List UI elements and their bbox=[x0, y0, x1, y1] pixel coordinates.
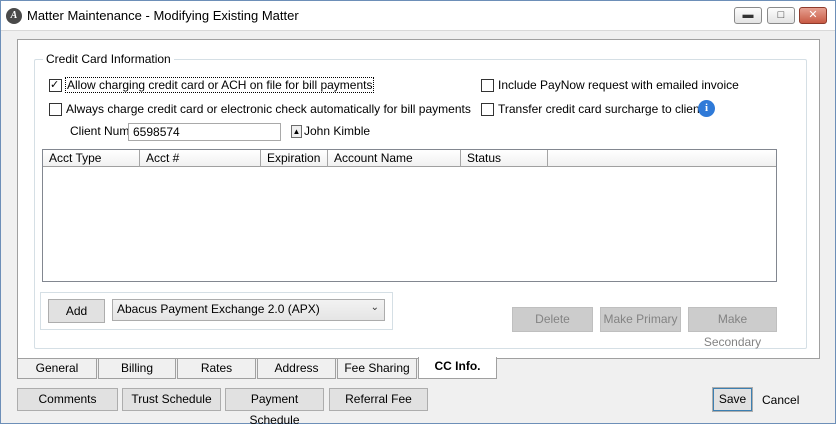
allow-charging-checkbox[interactable] bbox=[49, 78, 62, 92]
include-paynow-label: Include PayNow request with emailed invo… bbox=[498, 78, 739, 92]
referral-fee-button[interactable]: Referral Fee bbox=[329, 388, 428, 411]
payment-schedule-button[interactable]: Payment Schedule bbox=[225, 388, 324, 427]
tab-address[interactable]: Address bbox=[257, 359, 336, 379]
column-status[interactable]: Status bbox=[461, 150, 548, 167]
cancel-button[interactable]: Cancel bbox=[762, 393, 799, 407]
tab-general-label: General bbox=[35, 361, 79, 375]
always-charge-option[interactable]: Always charge credit card or electronic … bbox=[49, 101, 471, 117]
client-number-input[interactable]: 6598574 bbox=[128, 123, 281, 141]
close-icon: ✕ bbox=[808, 9, 818, 21]
tab-fee-sharing-label: Fee Sharing bbox=[344, 361, 410, 375]
title-bar: A Matter Maintenance - Modifying Existin… bbox=[1, 1, 835, 31]
trust-schedule-button[interactable]: Trust Schedule bbox=[122, 388, 221, 411]
column-acct-number[interactable]: Acct # bbox=[140, 150, 261, 167]
make-secondary-button[interactable]: Make Secondary bbox=[688, 307, 777, 349]
include-paynow-option[interactable]: Include PayNow request with emailed invo… bbox=[481, 77, 739, 93]
maximize-icon: □ bbox=[777, 9, 785, 21]
column-expiration[interactable]: Expiration bbox=[261, 150, 328, 167]
credit-card-group-label: Credit Card Information bbox=[43, 52, 174, 66]
tab-fee-sharing[interactable]: Fee Sharing bbox=[337, 359, 417, 379]
window-title: Matter Maintenance - Modifying Existing … bbox=[27, 8, 299, 23]
column-account-name[interactable]: Account Name bbox=[328, 150, 461, 167]
app-logo-icon: A bbox=[6, 8, 22, 24]
tab-address-label: Address bbox=[274, 361, 319, 375]
column-acct-type[interactable]: Acct Type bbox=[43, 150, 140, 167]
allow-charging-label: Allow charging credit card or ACH on fil… bbox=[64, 77, 375, 93]
tab-rates-label: Rates bbox=[200, 361, 233, 375]
tab-cc-info-label: CC Info. bbox=[434, 359, 481, 373]
client-lookup-button[interactable]: ▲ bbox=[291, 125, 302, 138]
info-icon[interactable]: i bbox=[698, 100, 715, 117]
maximize-button[interactable]: □ bbox=[767, 7, 795, 24]
chevron-down-icon: ⌄ bbox=[370, 302, 379, 313]
payment-processor-select[interactable]: Abacus Payment Exchange 2.0 (APX) ⌄ bbox=[112, 299, 385, 321]
transfer-surcharge-option[interactable]: Transfer credit card surcharge to client bbox=[481, 101, 703, 117]
minimize-icon: ▬ bbox=[742, 9, 754, 21]
tab-general[interactable]: General bbox=[17, 359, 97, 379]
matter-maintenance-window: A Matter Maintenance - Modifying Existin… bbox=[0, 0, 836, 427]
tab-rates[interactable]: Rates bbox=[177, 359, 256, 379]
lookup-icon: ▲ bbox=[292, 127, 301, 136]
add-button[interactable]: Add bbox=[48, 299, 105, 323]
accounts-grid[interactable]: Acct Type Acct # Expiration Account Name… bbox=[42, 149, 777, 282]
delete-button[interactable]: Delete bbox=[512, 307, 593, 332]
include-paynow-checkbox[interactable] bbox=[481, 78, 494, 92]
client-name: John Kimble bbox=[304, 124, 371, 138]
payment-processor-value: Abacus Payment Exchange 2.0 (APX) bbox=[117, 302, 320, 316]
tab-cc-info[interactable]: CC Info. bbox=[418, 357, 497, 379]
allow-charging-option[interactable]: Allow charging credit card or ACH on fil… bbox=[49, 77, 375, 93]
transfer-surcharge-checkbox[interactable] bbox=[481, 102, 494, 116]
always-charge-label: Always charge credit card or electronic … bbox=[66, 102, 471, 116]
always-charge-checkbox[interactable] bbox=[49, 102, 62, 116]
close-button[interactable]: ✕ bbox=[799, 7, 827, 24]
tab-billing-label: Billing bbox=[120, 361, 153, 375]
comments-button[interactable]: Comments bbox=[17, 388, 118, 411]
accounts-grid-header: Acct Type Acct # Expiration Account Name… bbox=[43, 150, 776, 167]
make-primary-button[interactable]: Make Primary bbox=[600, 307, 681, 332]
tab-billing[interactable]: Billing bbox=[98, 359, 176, 379]
minimize-button[interactable]: ▬ bbox=[734, 7, 762, 24]
save-button[interactable]: Save bbox=[712, 387, 753, 412]
transfer-surcharge-label: Transfer credit card surcharge to client bbox=[498, 102, 703, 116]
